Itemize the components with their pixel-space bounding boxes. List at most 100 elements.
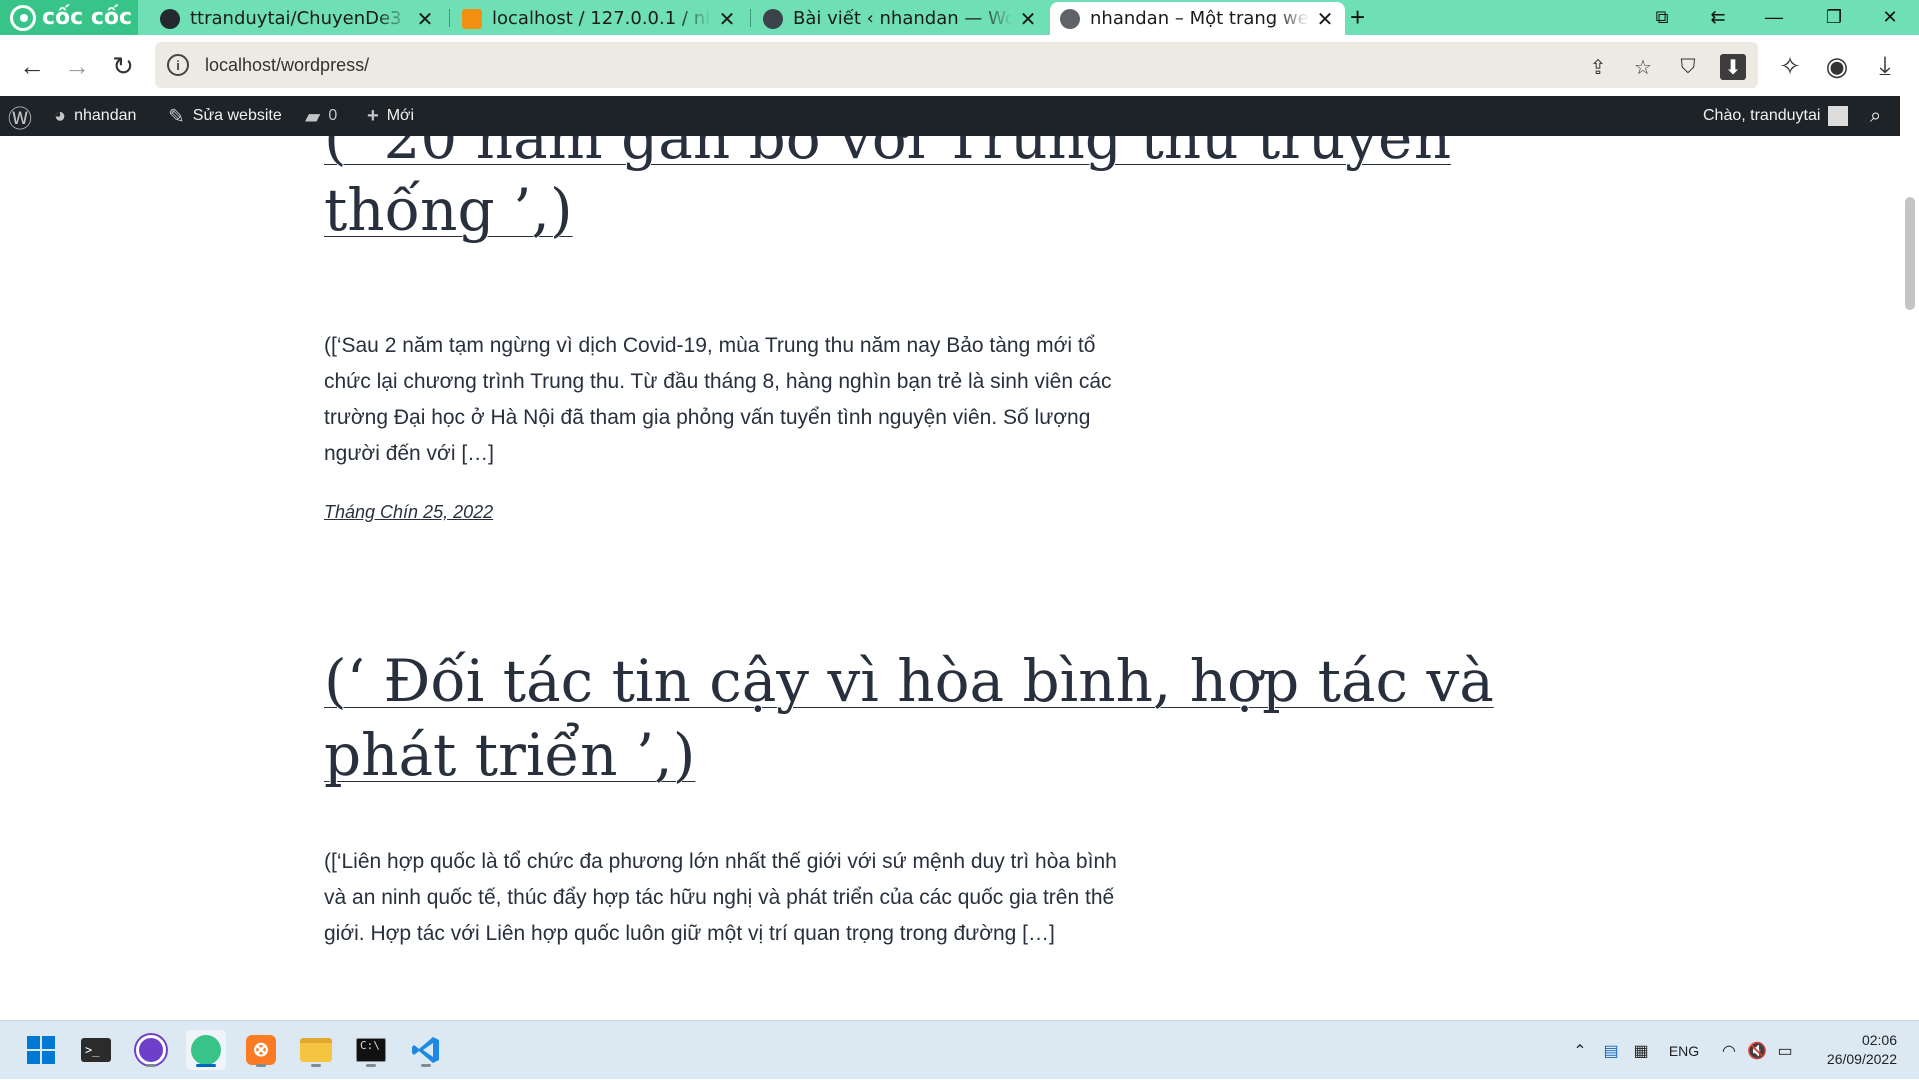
back-icon[interactable]: ← [15, 49, 49, 83]
taskbar-terminal[interactable]: >_ [76, 1030, 116, 1070]
brand-name: cốc cốc [42, 5, 133, 30]
taskbar-xampp[interactable]: ⊗ [241, 1030, 281, 1070]
download-page-icon[interactable]: ⬇ [1720, 54, 1746, 80]
running-indicator [146, 1064, 156, 1067]
taskbar-file-explorer[interactable] [296, 1030, 336, 1070]
tray-keyboard-icon[interactable]: ▦ [1628, 1021, 1654, 1080]
site-name-label: nhandan [74, 107, 137, 124]
extensions-icon[interactable]: ✧ [1773, 49, 1807, 83]
xampp-icon: ⊗ [246, 1035, 276, 1065]
taskbar-github-desktop[interactable] [131, 1030, 171, 1070]
my-account-menu[interactable]: Chào, tranduytai [1703, 96, 1849, 136]
wp-logo-menu[interactable]: Ⓦ [8, 96, 40, 136]
close-tab-icon[interactable]: ✕ [1315, 7, 1335, 31]
taskbar-clock[interactable]: 02:06 26/09/2022 [1827, 1031, 1897, 1069]
post-title-link[interactable]: (‘ Đối tác tin cậy vì hòa bình, hợp tác … [324, 647, 1494, 789]
post-excerpt: ([‘Liên hợp quốc là tổ chức đa phương lớ… [324, 850, 1117, 945]
tab-nhandan-active[interactable]: nhandan – Một trang web mới ✕ [1050, 2, 1345, 35]
folder-icon [300, 1038, 332, 1062]
site-info-icon[interactable]: i [167, 54, 189, 76]
post-title: (‘ 20 năm gắn bó với Trung thu truyền th… [324, 136, 1544, 246]
minimize-button[interactable]: — [1750, 0, 1798, 35]
close-tab-icon[interactable]: ✕ [415, 7, 435, 31]
plus-icon: + [367, 104, 379, 127]
github-icon [160, 8, 180, 29]
close-window-button[interactable]: ✕ [1866, 0, 1914, 35]
clock-date: 26/09/2022 [1826, 1051, 1897, 1067]
post-item: (‘ Đối tác tin cậy vì hòa bình, hợp tác … [324, 644, 1524, 952]
search-icon[interactable]: ⌕ [1870, 96, 1881, 136]
tab-github[interactable]: ttranduytai/ChuyenDe3 ✕ [150, 2, 445, 35]
new-content-label: Mới [386, 107, 415, 124]
customize-label: Sửa website [192, 107, 282, 124]
coccoc-logo-icon [10, 4, 36, 31]
downloads-icon[interactable]: ⤓ [1868, 49, 1902, 83]
tab-phpmyadmin[interactable]: localhost / 127.0.0.1 / nhandan ✕ [452, 2, 747, 35]
new-tab-button[interactable]: + [1350, 2, 1365, 33]
wordpress-icon [763, 8, 783, 29]
address-input[interactable] [203, 53, 1303, 77]
profile-icon[interactable]: ◉ [1820, 49, 1854, 83]
language-indicator[interactable]: ENG [1662, 1021, 1706, 1080]
running-indicator [311, 1064, 321, 1067]
taskbar-vscode[interactable] [406, 1030, 446, 1070]
wp-admin-bar: Ⓦ ◕ nhandan ✎ Sửa website ▰ 0 + Mới Chào… [0, 96, 1900, 136]
terminal-icon: >_ [81, 1038, 111, 1062]
clock-time: 02:06 [1861, 1032, 1897, 1048]
coccoc-menu-button[interactable]: cốc cốc [0, 0, 138, 35]
tray-app-icon[interactable]: ▤ [1598, 1021, 1624, 1080]
github-desktop-icon [136, 1035, 166, 1065]
address-bar[interactable]: i ⇪ ☆ ⛉ ⬇ [155, 42, 1758, 88]
comments-menu[interactable]: ▰ 0 [305, 96, 337, 136]
running-indicator [196, 1064, 216, 1067]
phpmyadmin-icon [462, 8, 482, 29]
running-indicator [366, 1064, 376, 1067]
reload-icon[interactable]: ↻ [106, 49, 140, 83]
post-date-wrap: Tháng Chín 25, 2022 [324, 502, 1524, 523]
vscode-icon [412, 1037, 439, 1063]
site-name-menu[interactable]: ◕ nhandan [54, 96, 136, 136]
windows-logo-icon [27, 1036, 55, 1064]
bookmark-star-icon[interactable]: ☆ [1630, 54, 1656, 80]
tab-wordpress-admin[interactable]: Bài viết ‹ nhandan — WordPress ✕ [753, 2, 1048, 35]
avatar [1828, 106, 1849, 126]
coccoc-icon [191, 1035, 221, 1065]
wifi-icon[interactable]: ◠ [1716, 1021, 1742, 1080]
post-excerpt: ([‘Sau 2 năm tạm ngừng vì dịch Covid-19,… [324, 334, 1112, 465]
search-tabs-icon[interactable]: ⧉ [1638, 0, 1686, 35]
windows-taskbar: >_ ⊗ C:\ ⌃ ▤ ▦ ENG ◠ 🔇 ▭ 02:06 26/09/202… [0, 1020, 1919, 1079]
tab-strip: cốc cốc ttranduytai/ChuyenDe3 ✕ localhos… [0, 0, 1919, 35]
forward-icon[interactable]: → [60, 49, 94, 83]
tab-title: nhandan – Một trang web mới [1090, 8, 1309, 29]
post-title-link[interactable]: (‘ 20 năm gắn bó với Trung thu truyền th… [324, 136, 1451, 244]
running-indicator [421, 1064, 431, 1067]
globe-icon [1060, 8, 1080, 29]
start-button[interactable] [21, 1030, 61, 1070]
tab-divider [449, 9, 450, 27]
restore-button[interactable]: ❐ [1810, 0, 1858, 35]
post-title: (‘ Đối tác tin cậy vì hòa bình, hợp tác … [324, 644, 1504, 792]
running-indicator [256, 1064, 266, 1067]
back-arrows-icon[interactable]: ⇇ [1694, 0, 1742, 35]
dashboard-icon: ◕ [54, 104, 67, 127]
shield-icon[interactable]: ⛉ [1675, 54, 1701, 80]
comments-count: 0 [328, 107, 338, 124]
close-tab-icon[interactable]: ✕ [717, 7, 737, 31]
taskbar-coccoc[interactable] [186, 1030, 226, 1070]
tab-divider [750, 9, 751, 27]
cmd-icon: C:\ [356, 1038, 386, 1062]
show-hidden-icons-chevron-icon[interactable]: ⌃ [1568, 1021, 1592, 1080]
battery-icon[interactable]: ▭ [1772, 1021, 1798, 1080]
tab-title: Bài viết ‹ nhandan — WordPress [793, 8, 1012, 29]
customize-menu[interactable]: ✎ Sửa website [168, 96, 282, 136]
share-icon[interactable]: ⇪ [1585, 54, 1611, 80]
browser-toolbar: ← → ↻ i ⇪ ☆ ⛉ ⬇ ✧ ◉ ⤓ [0, 35, 1919, 96]
scrollbar-thumb[interactable] [1905, 197, 1915, 310]
tab-title: localhost / 127.0.0.1 / nhandan [492, 8, 711, 29]
paintbrush-icon: ✎ [168, 105, 185, 128]
speaker-muted-icon[interactable]: 🔇 [1744, 1021, 1770, 1080]
taskbar-cmd[interactable]: C:\ [351, 1030, 391, 1070]
post-date-link[interactable]: Tháng Chín 25, 2022 [324, 502, 493, 522]
close-tab-icon[interactable]: ✕ [1018, 7, 1038, 31]
new-content-menu[interactable]: + Mới [367, 96, 414, 136]
